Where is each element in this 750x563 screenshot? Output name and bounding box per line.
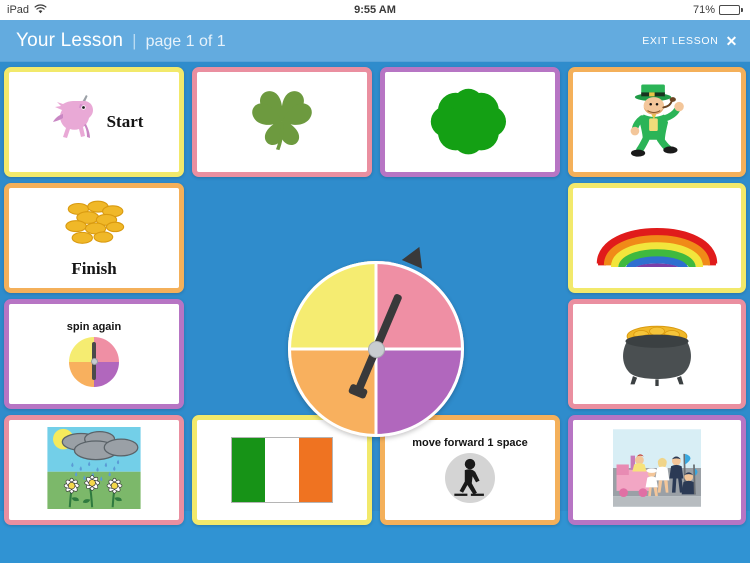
exit-lesson-button[interactable]: EXIT LESSON ✕ bbox=[642, 34, 738, 48]
rainbow-icon bbox=[594, 205, 720, 276]
spinner-icon bbox=[69, 336, 119, 387]
close-x-icon: ✕ bbox=[725, 32, 738, 49]
battery-icon bbox=[719, 5, 743, 15]
card-start-label: Start bbox=[106, 111, 144, 131]
card-rain-flowers[interactable] bbox=[4, 415, 184, 525]
card-spin-again-label: spin again bbox=[66, 321, 122, 334]
card-finish[interactable]: Finish bbox=[4, 183, 184, 293]
irish-flag-icon bbox=[231, 437, 333, 503]
page-title: Your Lesson bbox=[16, 29, 124, 51]
battery-percent-label: 71% bbox=[692, 4, 715, 16]
walking-person-icon bbox=[445, 453, 495, 504]
card-pot-of-gold[interactable] bbox=[568, 299, 746, 409]
gold-coins-icon bbox=[55, 198, 133, 253]
ios-status-bar: iPad 9:55 AM 71% bbox=[0, 0, 750, 20]
status-bar-right: 71% bbox=[693, 4, 743, 16]
lesson-board: Start Finish spin again move forward 1 s… bbox=[0, 62, 750, 563]
rain-flowers-icon bbox=[47, 426, 141, 514]
app-header: Your Lesson | page 1 of 1 EXIT LESSON ✕ bbox=[0, 20, 750, 62]
pot-of-gold-icon bbox=[611, 313, 703, 396]
card-spin-again[interactable]: spin again bbox=[4, 299, 184, 409]
four-color-spinner[interactable] bbox=[288, 242, 464, 437]
card-start[interactable]: Start bbox=[4, 67, 184, 177]
leprechaun-icon bbox=[621, 79, 693, 166]
card-parade[interactable] bbox=[568, 415, 746, 525]
card-four-leaf-clover[interactable] bbox=[380, 67, 560, 177]
exit-lesson-label: EXIT LESSON bbox=[642, 34, 719, 47]
shamrock-icon bbox=[239, 77, 325, 168]
parade-scene-icon bbox=[613, 428, 701, 512]
card-start-content: Start bbox=[9, 90, 179, 155]
status-bar-clock: 9:55 AM bbox=[354, 4, 396, 16]
four-leaf-clover-icon bbox=[421, 80, 519, 165]
title-separator: | bbox=[132, 30, 137, 50]
card-finish-label: Finish bbox=[71, 258, 117, 278]
card-move-forward-label: move forward 1 space bbox=[412, 436, 528, 449]
card-rainbow[interactable] bbox=[568, 183, 746, 293]
spinner-hub bbox=[367, 340, 385, 358]
page-indicator: page 1 of 1 bbox=[145, 32, 226, 50]
unicorn-icon bbox=[45, 90, 107, 155]
card-leprechaun[interactable] bbox=[568, 67, 746, 177]
header-titles: Your Lesson | page 1 of 1 bbox=[16, 30, 226, 52]
card-shamrock[interactable] bbox=[192, 67, 372, 177]
